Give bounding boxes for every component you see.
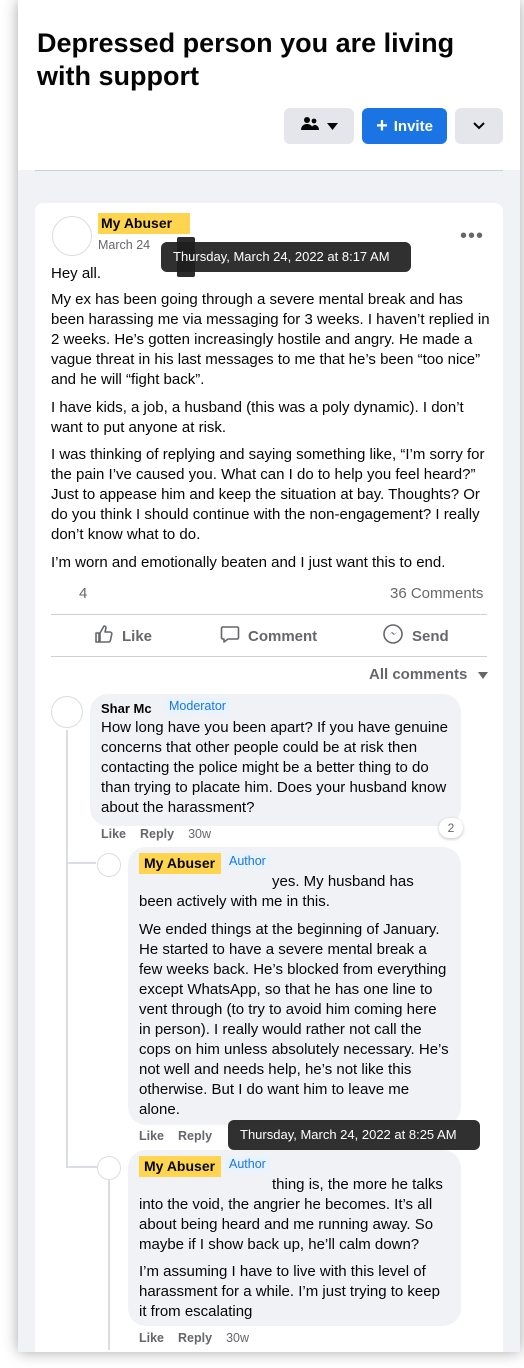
author-badge: Author xyxy=(225,853,270,869)
comment-like-button[interactable]: Like xyxy=(139,1129,164,1143)
comment-like-button[interactable]: Like xyxy=(101,827,126,841)
post-author-name[interactable]: My Abuser xyxy=(98,213,190,234)
post-menu-icon[interactable]: ••• xyxy=(460,225,484,248)
like-button[interactable]: Like xyxy=(94,624,152,648)
comment-label: Comment xyxy=(248,627,318,645)
comment-text: I’m assuming I have to live with this le… xyxy=(139,1263,440,1320)
invite-button[interactable]: + Invite xyxy=(362,108,447,144)
plus-icon: + xyxy=(376,115,388,137)
chevron-down-icon xyxy=(473,117,485,135)
more-options-button[interactable] xyxy=(455,108,503,144)
commenter-name[interactable]: Shar Mc xyxy=(101,701,152,716)
comments-count[interactable]: 36 Comments xyxy=(390,585,483,602)
comment-like-button[interactable]: Like xyxy=(139,1331,164,1345)
header-divider xyxy=(35,170,503,171)
author-badge: Author xyxy=(225,1156,270,1172)
author-avatar[interactable] xyxy=(52,216,92,256)
comment-text: How long have you been apart? If you hav… xyxy=(101,719,448,816)
comment-text: We ended things at the beginning of Janu… xyxy=(139,921,449,1118)
comment-reply-button[interactable]: Reply xyxy=(140,827,174,841)
thread-line xyxy=(66,862,96,864)
thumbs-up-icon xyxy=(94,624,122,648)
comment-actions: Like Reply 30w xyxy=(139,1331,263,1345)
comment-time[interactable]: 30w xyxy=(188,827,211,841)
send-button[interactable]: Send xyxy=(382,624,449,648)
invite-label: Invite xyxy=(393,117,433,135)
members-icon xyxy=(300,116,319,137)
like-label: Like xyxy=(122,627,153,645)
group-title: Depressed person you are living with sup… xyxy=(37,28,455,91)
comment-time[interactable]: 30w xyxy=(226,1331,249,1345)
divider xyxy=(51,614,487,615)
post-paragraph: My ex has been going through a severe me… xyxy=(51,291,490,388)
messenger-icon xyxy=(382,623,412,649)
reaction-count[interactable]: 4 xyxy=(79,585,87,602)
post-paragraph: Hey all. xyxy=(51,265,102,282)
comment-reaction-count[interactable]: 2 xyxy=(439,818,463,838)
thread-line xyxy=(108,1180,110,1350)
comments-filter-dropdown[interactable]: All comments xyxy=(369,666,488,683)
chevron-down-icon xyxy=(326,117,338,135)
comment-icon xyxy=(220,624,248,648)
comment-reply-button[interactable]: Reply xyxy=(178,1331,212,1345)
post-paragraph: I was thinking of replying and saying so… xyxy=(51,446,485,543)
post-date[interactable]: March 24 xyxy=(98,238,150,252)
commenter-name[interactable]: My Abuser xyxy=(139,1156,221,1177)
commenter-avatar[interactable] xyxy=(97,853,121,877)
comment-timestamp-tooltip: Thursday, March 24, 2022 at 8:25 AM xyxy=(228,1120,480,1150)
post-paragraph: I have kids, a job, a husband (this was … xyxy=(51,399,464,436)
post-paragraph: I’m worn and emotionally beaten and I ju… xyxy=(51,554,446,571)
divider xyxy=(51,656,487,657)
commenter-name[interactable]: My Abuser xyxy=(139,853,221,874)
comment-reply-button[interactable]: Reply xyxy=(178,1129,212,1143)
members-button[interactable] xyxy=(284,108,354,144)
commenter-avatar[interactable] xyxy=(51,696,83,728)
caret-down-icon xyxy=(477,666,488,683)
send-label: Send xyxy=(412,627,449,645)
comment-button[interactable]: Comment xyxy=(220,624,317,648)
commenter-avatar[interactable] xyxy=(97,1156,121,1180)
group-header: Depressed person you are living with sup… xyxy=(18,0,520,170)
moderator-badge: Moderator xyxy=(165,698,230,714)
thread-line xyxy=(66,730,68,1168)
comments-filter-label: All comments xyxy=(369,666,468,683)
comment-actions: Like Reply 30w xyxy=(101,827,225,841)
comment-actions: Like Reply xyxy=(139,1129,226,1143)
comment-text: thing is, the more he talks into the voi… xyxy=(139,1176,443,1253)
comment-text: yes. My husband has been actively with m… xyxy=(139,873,414,910)
